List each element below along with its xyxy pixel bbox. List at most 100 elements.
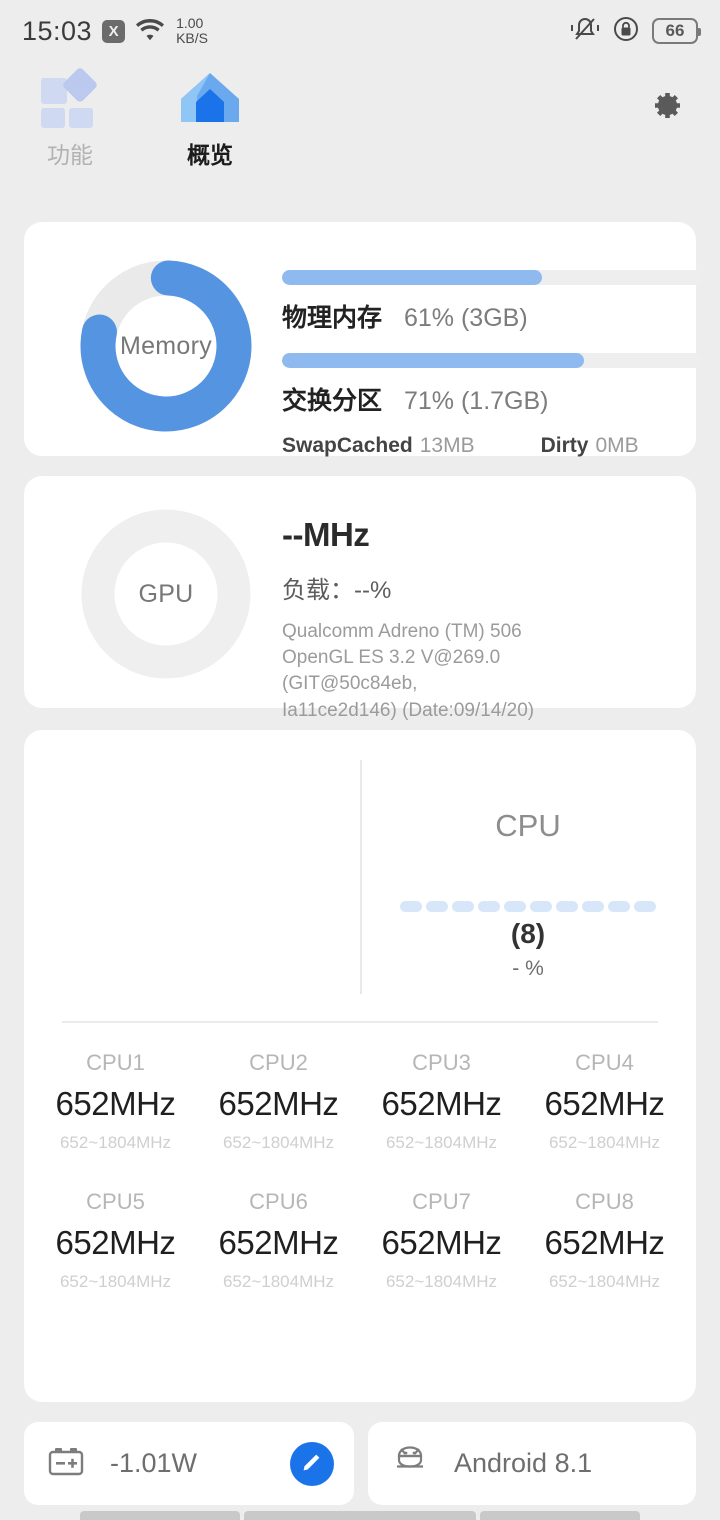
gpu-card[interactable]: GPU --MHz 负载：--% Qualcomm Adreno (TM) 50… bbox=[24, 476, 696, 721]
physical-memory-bar bbox=[282, 270, 702, 285]
cpu-core-item: CPU7 652MHz 652~1804MHz bbox=[360, 1189, 523, 1292]
cpu-core-grid: CPU1 652MHz 652~1804MHz CPU2 652MHz 652~… bbox=[34, 1050, 686, 1292]
dirty-label: Dirty bbox=[540, 434, 589, 457]
nav-home-handle[interactable] bbox=[244, 1511, 476, 1520]
battery-power-value: -1.01W bbox=[110, 1448, 198, 1478]
edit-battery-button[interactable] bbox=[290, 1441, 334, 1486]
cpu-core-freq: 652MHz bbox=[55, 1224, 176, 1261]
lock-icon bbox=[613, 16, 639, 47]
cpu-core-range: 652~1804MHz bbox=[222, 1272, 335, 1291]
gpu-frequency: --MHz bbox=[282, 516, 370, 553]
home-icon bbox=[177, 70, 243, 128]
cpu-core-name: CPU7 bbox=[412, 1189, 471, 1214]
cpu-core-item: CPU8 652MHz 652~1804MHz bbox=[523, 1189, 686, 1292]
gpu-info: Qualcomm Adreno (TM) 506 OpenGL ES 3.2 V… bbox=[282, 619, 627, 724]
tab-functions[interactable]: 功能 bbox=[0, 66, 140, 170]
nav-recents-handle[interactable] bbox=[480, 1511, 640, 1520]
cpu-title: CPU bbox=[495, 808, 561, 843]
gear-icon bbox=[648, 93, 684, 128]
cpu-core-item: CPU5 652MHz 652~1804MHz bbox=[34, 1189, 197, 1292]
cpu-core-item: CPU6 652MHz 652~1804MHz bbox=[197, 1189, 360, 1292]
cpu-core-name: CPU2 bbox=[249, 1050, 308, 1075]
os-card[interactable]: Android 8.1 bbox=[368, 1422, 696, 1505]
tab-bar: 功能 概览 bbox=[0, 62, 720, 187]
swap-bar-fill bbox=[282, 353, 585, 368]
tab-overview[interactable]: 概览 bbox=[140, 70, 280, 170]
dirty-item: Dirty 0MB bbox=[541, 434, 639, 458]
settings-button[interactable] bbox=[648, 88, 684, 129]
cpu-card[interactable]: CPU (8) - % CPU1 652MHz 652~1804MHz CPU2… bbox=[24, 730, 696, 1402]
gpu-info-line-3: Ia11ce2d146) (Date:09/14/20) bbox=[282, 699, 535, 721]
status-time: 15:03 bbox=[22, 15, 93, 46]
memory-ring-label: Memory bbox=[119, 331, 213, 360]
gpu-ring-label: GPU bbox=[138, 579, 194, 608]
swap-row: 交换分区 71% (1.7GB) bbox=[282, 381, 702, 417]
cpu-core-range: 652~1804MHz bbox=[59, 1133, 172, 1152]
cpu-usage: - % bbox=[512, 957, 544, 980]
cpu-core-range: 652~1804MHz bbox=[548, 1133, 661, 1152]
dirty-value: 0MB bbox=[595, 434, 639, 457]
pencil-icon bbox=[300, 1449, 324, 1478]
cpu-core-freq: 652MHz bbox=[544, 1085, 665, 1122]
x-badge-icon: X bbox=[102, 19, 126, 43]
net-speed-unit: KB/S bbox=[176, 30, 208, 46]
physical-memory-value: 61% (3GB) bbox=[404, 304, 528, 332]
cpu-core-range: 652~1804MHz bbox=[548, 1272, 661, 1291]
tab-overview-label: 概览 bbox=[187, 142, 233, 168]
cpu-core-freq: 652MHz bbox=[381, 1085, 502, 1122]
cpu-core-count: (8) bbox=[510, 918, 546, 949]
status-bar-right: 66 bbox=[570, 16, 701, 47]
cpu-core-item: CPU2 652MHz 652~1804MHz bbox=[197, 1050, 360, 1153]
memory-extras: SwapCached 13MB Dirty 0MB bbox=[282, 434, 702, 458]
app-screen: 15:03 X 1.00 KB/S 66 功能 概览 Memory 物理内存 6… bbox=[0, 0, 720, 1520]
cpu-core-range: 652~1804MHz bbox=[222, 1133, 335, 1152]
cpu-core-range: 652~1804MHz bbox=[59, 1272, 172, 1291]
cpu-core-freq: 652MHz bbox=[218, 1224, 339, 1261]
battery-card[interactable]: -1.01W bbox=[24, 1422, 354, 1505]
system-navigation-bar bbox=[0, 1502, 720, 1520]
physical-memory-label: 物理内存 bbox=[282, 304, 383, 332]
swap-label: 交换分区 bbox=[282, 387, 383, 415]
nav-back-handle[interactable] bbox=[80, 1511, 240, 1520]
cpu-core-name: CPU5 bbox=[86, 1189, 145, 1214]
swap-bar bbox=[282, 353, 702, 368]
net-speed: 1.00 KB/S bbox=[176, 16, 208, 45]
cpu-core-name: CPU6 bbox=[249, 1189, 308, 1214]
memory-details: 物理内存 61% (3GB) 交换分区 71% (1.7GB) SwapCach… bbox=[282, 270, 702, 458]
memory-ring: Memory bbox=[76, 256, 256, 436]
tab-functions-label: 功能 bbox=[47, 142, 93, 168]
wifi-icon bbox=[135, 16, 165, 47]
physical-memory-row: 物理内存 61% (3GB) bbox=[282, 298, 702, 334]
battery-icon: 66 bbox=[652, 18, 701, 44]
cpu-core-freq: 652MHz bbox=[381, 1224, 502, 1261]
memory-card[interactable]: Memory 物理内存 61% (3GB) 交换分区 71% (1.7GB) S… bbox=[24, 222, 702, 457]
cpu-core-name: CPU4 bbox=[575, 1050, 634, 1075]
cpu-core-range: 652~1804MHz bbox=[385, 1272, 498, 1291]
android-icon bbox=[390, 1444, 430, 1483]
swapcached-item: SwapCached 13MB bbox=[282, 434, 475, 458]
cpu-core-item: CPU4 652MHz 652~1804MHz bbox=[523, 1050, 686, 1153]
status-bar-left: 15:03 X 1.00 KB/S bbox=[22, 16, 208, 47]
cpu-core-freq: 652MHz bbox=[544, 1224, 665, 1261]
os-version-label: Android 8.1 bbox=[454, 1448, 593, 1478]
cpu-core-freq: 652MHz bbox=[218, 1085, 339, 1122]
swapcached-value: 13MB bbox=[419, 434, 475, 457]
grid-shapes-icon bbox=[39, 66, 101, 128]
gpu-info-line-2: OpenGL ES 3.2 V@269.0 (GIT@50c84eb, bbox=[282, 647, 501, 695]
cpu-core-item: CPU3 652MHz 652~1804MHz bbox=[360, 1050, 523, 1153]
net-speed-value: 1.00 bbox=[176, 15, 204, 32]
physical-memory-bar-fill bbox=[282, 270, 543, 285]
gpu-info-line-1: Qualcomm Adreno (TM) 506 bbox=[282, 621, 522, 642]
status-bar: 15:03 X 1.00 KB/S 66 bbox=[0, 0, 720, 62]
cpu-load-bars bbox=[360, 901, 696, 912]
battery-terminal-icon bbox=[46, 1443, 86, 1484]
cpu-summary: CPU (8) - % bbox=[360, 808, 696, 981]
cpu-core-item: CPU1 652MHz 652~1804MHz bbox=[34, 1050, 197, 1153]
cpu-core-freq: 652MHz bbox=[55, 1085, 176, 1122]
cpu-core-name: CPU1 bbox=[86, 1050, 145, 1075]
gpu-load: 负载：--% bbox=[282, 577, 392, 604]
cpu-core-name: CPU3 bbox=[412, 1050, 471, 1075]
cpu-core-range: 652~1804MHz bbox=[385, 1133, 498, 1152]
swapcached-label: SwapCached bbox=[282, 434, 413, 457]
gpu-details: --MHz 负载：--% Qualcomm Adreno (TM) 506 Op… bbox=[282, 516, 702, 724]
